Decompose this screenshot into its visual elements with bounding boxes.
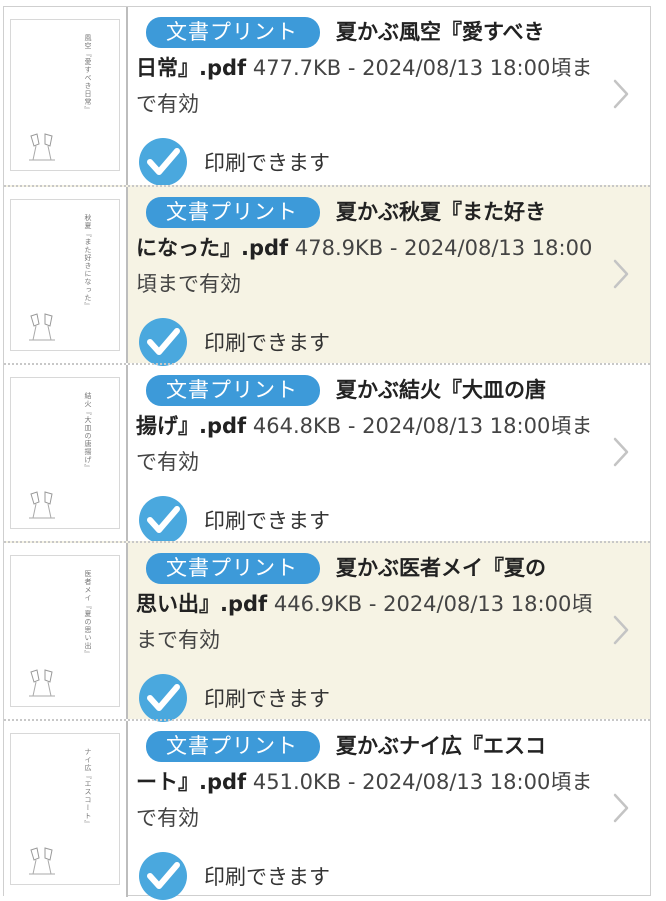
chevron-right-icon[interactable] — [612, 615, 630, 645]
print-status-label: 印刷できます — [204, 509, 330, 533]
file-name-head: 夏かぶ風空『愛すべき — [336, 20, 545, 44]
check-circle-icon — [139, 674, 187, 722]
toast-illustration-icon — [29, 491, 55, 519]
list-item[interactable]: ナイ広『エスコート』 文書プリント 夏かぶナイ広『エスコ ート』.pdf 451.0… — [4, 719, 650, 900]
thumbnail-text: 医者メイ『夏の思い出』 — [84, 570, 92, 658]
file-name-tail: ート』.pdf — [136, 770, 247, 794]
chevron-right-icon[interactable] — [612, 437, 630, 467]
thumbnail-text: 風空『愛すべき日常』 — [84, 34, 92, 114]
file-title: 文書プリント 夏かぶ風空『愛すべき 日常』.pdf 477.7KB - 2024/0… — [136, 13, 594, 122]
check-circle-icon — [139, 852, 187, 900]
print-status-label: 印刷できます — [204, 331, 330, 355]
file-name-tail: 日常』.pdf — [136, 56, 247, 80]
list-item[interactable]: 秋夏『また好きになった』 文書プリント 夏かぶ秋夏『また好き になった』.pdf 4… — [4, 185, 650, 366]
print-file-list: 風空『愛すべき日常』 文書プリント 夏かぶ風空『愛すべき 日常』.pdf 477.7… — [3, 6, 651, 900]
toast-illustration-icon — [29, 847, 55, 875]
document-thumbnail: 医者メイ『夏の思い出』 — [10, 555, 120, 707]
item-content: 文書プリント 夏かぶナイ広『エスコ ート』.pdf 451.0KB - 2024/0… — [128, 721, 650, 900]
file-title: 文書プリント 夏かぶ医者メイ『夏の 思い出』.pdf 446.9KB - 2024/… — [136, 549, 594, 658]
thumbnail-cell: 結火『大皿の唐揚げ』 — [4, 365, 128, 541]
toast-illustration-icon — [29, 133, 55, 161]
check-circle-icon — [139, 138, 187, 186]
file-title: 文書プリント 夏かぶ秋夏『また好き になった』.pdf 478.9KB - 2024… — [136, 193, 594, 302]
thumbnail-text: 秋夏『また好きになった』 — [84, 214, 92, 310]
print-status: 印刷できます — [138, 317, 330, 367]
thumbnail-text: ナイ広『エスコート』 — [84, 748, 92, 828]
item-content: 文書プリント 夏かぶ秋夏『また好き になった』.pdf 478.9KB - 2024… — [128, 187, 650, 366]
file-name-tail: 思い出』.pdf — [136, 592, 268, 616]
chevron-right-icon[interactable] — [612, 259, 630, 289]
toast-illustration-icon — [29, 313, 55, 341]
file-name-head: 夏かぶ医者メイ『夏の — [336, 556, 546, 580]
file-name-head: 夏かぶ結火『大皿の唐 — [336, 378, 546, 402]
file-name-head: 夏かぶナイ広『エスコ — [336, 734, 546, 758]
thumbnail-cell: ナイ広『エスコート』 — [4, 721, 128, 897]
print-status-label: 印刷できます — [204, 687, 330, 711]
chevron-right-icon[interactable] — [612, 793, 630, 823]
file-name-tail: になった』.pdf — [136, 236, 289, 260]
check-circle-icon — [139, 318, 187, 366]
list-item[interactable]: 医者メイ『夏の思い出』 文書プリント 夏かぶ医者メイ『夏の 思い出』.pdf 446… — [4, 541, 650, 722]
print-status: 印刷できます — [138, 495, 330, 545]
chevron-right-icon[interactable] — [612, 79, 630, 109]
document-print-badge: 文書プリント — [146, 17, 320, 48]
file-title: 文書プリント 夏かぶ結火『大皿の唐 揚げ』.pdf 464.8KB - 2024/0… — [136, 371, 594, 480]
thumbnail-cell: 医者メイ『夏の思い出』 — [4, 543, 128, 719]
item-content: 文書プリント 夏かぶ医者メイ『夏の 思い出』.pdf 446.9KB - 2024/… — [128, 543, 650, 722]
item-content: 文書プリント 夏かぶ風空『愛すべき 日常』.pdf 477.7KB - 2024/0… — [128, 7, 650, 187]
item-content: 文書プリント 夏かぶ結火『大皿の唐 揚げ』.pdf 464.8KB - 2024/0… — [128, 365, 650, 544]
file-name-tail: 揚げ』.pdf — [136, 414, 247, 438]
thumbnail-cell: 風空『愛すべき日常』 — [4, 7, 128, 185]
document-thumbnail: 風空『愛すべき日常』 — [10, 19, 120, 171]
file-title: 文書プリント 夏かぶナイ広『エスコ ート』.pdf 451.0KB - 2024/0… — [136, 727, 594, 836]
print-status-label: 印刷できます — [204, 865, 330, 889]
thumbnail-cell: 秋夏『また好きになった』 — [4, 187, 128, 363]
list-item[interactable]: 結火『大皿の唐揚げ』 文書プリント 夏かぶ結火『大皿の唐 揚げ』.pdf 464.8… — [4, 363, 650, 544]
list-item[interactable]: 風空『愛すべき日常』 文書プリント 夏かぶ風空『愛すべき 日常』.pdf 477.7… — [4, 7, 650, 187]
print-status: 印刷できます — [138, 851, 330, 901]
check-circle-icon — [139, 496, 187, 544]
thumbnail-text: 結火『大皿の唐揚げ』 — [84, 392, 92, 472]
document-print-badge: 文書プリント — [146, 731, 320, 762]
print-status: 印刷できます — [138, 137, 330, 187]
file-name-head: 夏かぶ秋夏『また好き — [336, 200, 546, 224]
document-thumbnail: 秋夏『また好きになった』 — [10, 199, 120, 351]
document-print-badge: 文書プリント — [146, 553, 320, 584]
document-thumbnail: ナイ広『エスコート』 — [10, 733, 120, 885]
document-print-badge: 文書プリント — [146, 197, 320, 228]
toast-illustration-icon — [29, 669, 55, 697]
document-print-badge: 文書プリント — [146, 375, 320, 406]
print-status-label: 印刷できます — [204, 151, 330, 175]
document-thumbnail: 結火『大皿の唐揚げ』 — [10, 377, 120, 529]
print-status: 印刷できます — [138, 673, 330, 723]
